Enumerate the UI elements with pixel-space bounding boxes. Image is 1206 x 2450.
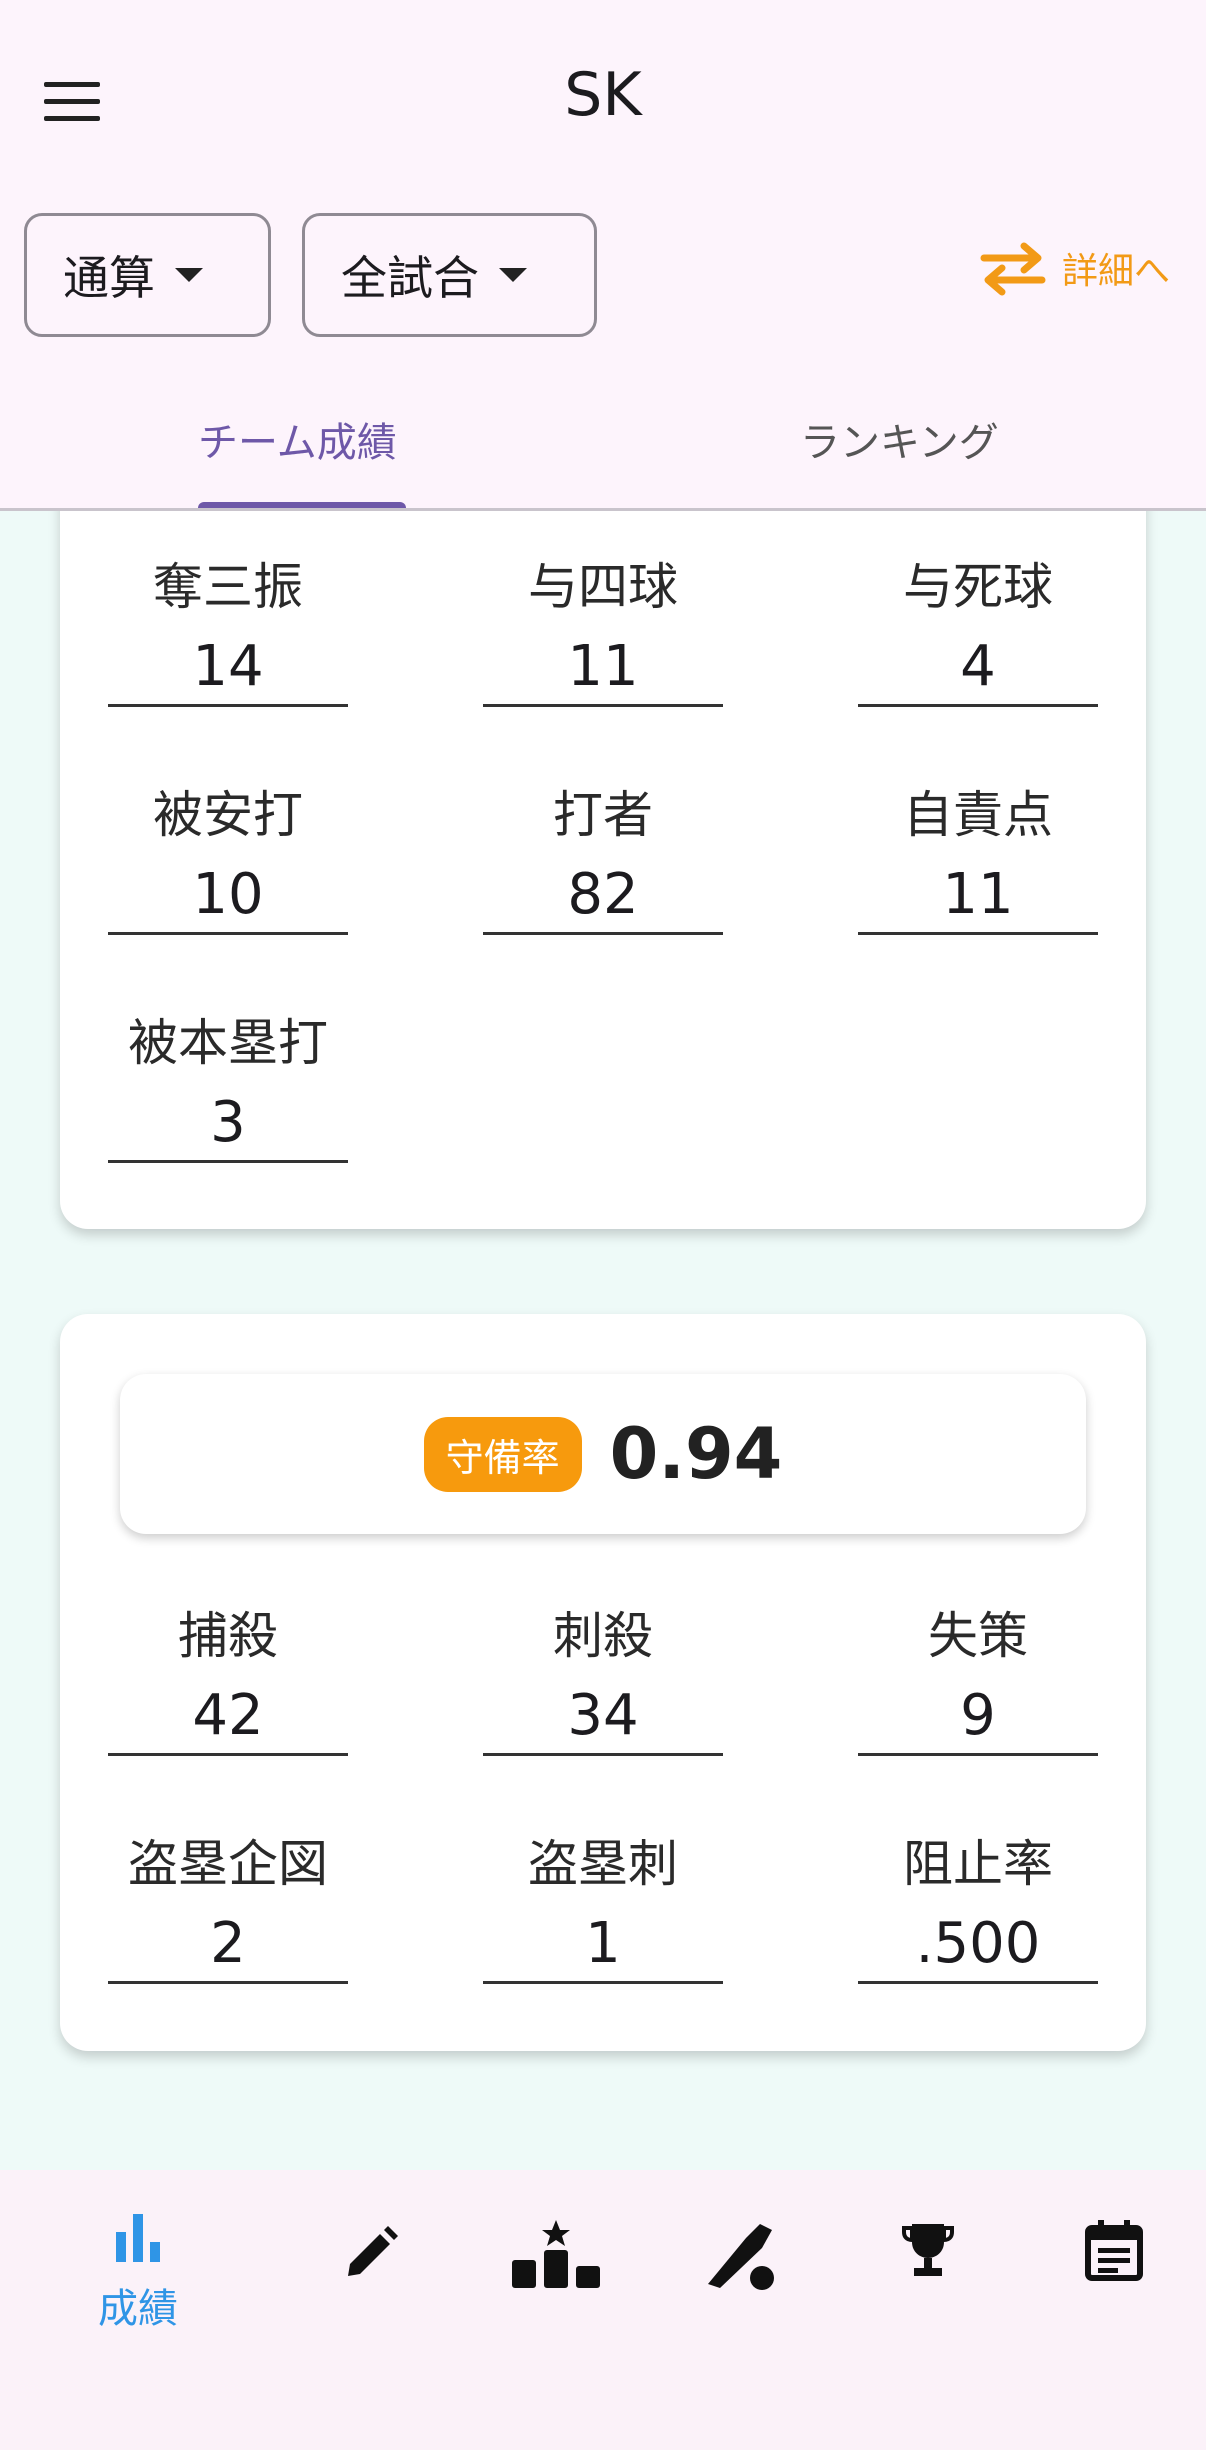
stat-label: 被安打 [153,786,303,844]
stat-label: 自責点 [903,786,1053,844]
stat-strikeouts: 奪三振 14 [108,547,348,707]
fielding-rate-badge: 守備率 [423,1416,582,1492]
stat-caught-stealing: 盗塁刺 1 [483,1824,723,1984]
detail-label: 詳細へ [1062,251,1171,292]
calendar-icon [1085,2220,1143,2281]
stat-value: .500 [858,1904,1098,1984]
stat-value: 1 [483,1904,723,1984]
stat-value: 11 [858,855,1098,935]
stat-value: 82 [483,855,723,935]
pencil-icon [348,2226,398,2276]
nav-stats-label: 成績 [98,2286,178,2332]
tab-ranking[interactable]: ランキング [800,410,999,468]
stat-earned-runs: 自責点 11 [858,775,1098,935]
stat-errors: 失策 9 [858,1596,1098,1756]
pitching-card: 奪三振 14 与四球 11 与死球 4 被安打 10 打者 82 自責点 11 … [60,511,1146,1229]
games-dropdown-label: 全試合 [341,251,479,305]
stat-hit-by-pitch: 与死球 4 [858,547,1098,707]
games-dropdown[interactable]: 全試合 [302,213,597,337]
fielding-card: 守備率 0.94 捕殺 42 刺殺 34 失策 9 盗塁企図 2 盗塁刺 1 阻… [60,1314,1146,2051]
stat-value: 9 [858,1676,1098,1756]
podium-icon [512,2220,600,2288]
stat-label: 打者 [553,786,653,844]
stat-value: 2 [108,1904,348,1984]
bat-icon [708,2224,774,2290]
nav-edit[interactable] [310,2222,430,2286]
stat-value: 10 [108,855,348,935]
stat-assists: 捕殺 42 [108,1596,348,1756]
nav-batting[interactable] [682,2218,802,2294]
stat-home-runs-allowed: 被本塁打 3 [108,1003,348,1163]
bottom-nav: 成績 [0,2170,1206,2450]
fielding-rate-box: 守備率 0.94 [120,1374,1086,1534]
fielding-rate-value: 0.94 [609,1413,783,1495]
stat-label: 阻止率 [903,1835,1053,1893]
nav-ranking[interactable] [496,2218,616,2290]
stat-walks: 与四球 11 [483,547,723,707]
trophy-icon [902,2224,954,2276]
app-bar: SK 通算 全試合 詳細へ チーム成績 ランキング [0,0,1206,511]
swap-arrows-icon [980,242,1046,296]
stat-label: 失策 [928,1607,1028,1665]
stat-label: 盗塁刺 [528,1835,678,1893]
stat-caught-stealing-rate: 阻止率 .500 [858,1824,1098,1984]
period-dropdown-label: 通算 [63,251,155,305]
detail-link[interactable]: 詳細へ [978,240,1170,296]
tab-team-stats[interactable]: チーム成績 [198,410,397,468]
nav-stats[interactable]: 成績 [78,2210,198,2334]
stat-value: 42 [108,1676,348,1756]
scroll-content[interactable]: 奪三振 14 与四球 11 与死球 4 被安打 10 打者 82 自責点 11 … [0,511,1206,2170]
caret-down-icon [175,268,203,282]
stat-label: 被本塁打 [128,1014,328,1072]
stat-putouts: 刺殺 34 [483,1596,723,1756]
stat-label: 捕殺 [178,1607,278,1665]
period-dropdown[interactable]: 通算 [24,213,271,337]
stat-label: 刺殺 [553,1607,653,1665]
nav-tournament[interactable] [868,2218,988,2282]
stat-batters-faced: 打者 82 [483,775,723,935]
stat-value: 4 [858,627,1098,707]
stat-steal-attempts: 盗塁企図 2 [108,1824,348,1984]
caret-down-icon [499,268,527,282]
stat-label: 奪三振 [153,558,303,616]
stat-label: 盗塁企図 [128,1835,328,1893]
nav-schedule[interactable] [1054,2218,1174,2282]
stat-hits-allowed: 被安打 10 [108,775,348,935]
stat-label: 与四球 [528,558,678,616]
tab-bar: チーム成績 ランキング [0,380,1206,510]
stat-value: 3 [108,1083,348,1163]
page-title: SK [564,60,642,130]
stat-value: 11 [483,627,723,707]
bar-chart-icon [116,2214,160,2262]
stat-label: 与死球 [903,558,1053,616]
stat-value: 34 [483,1676,723,1756]
stat-value: 14 [108,627,348,707]
